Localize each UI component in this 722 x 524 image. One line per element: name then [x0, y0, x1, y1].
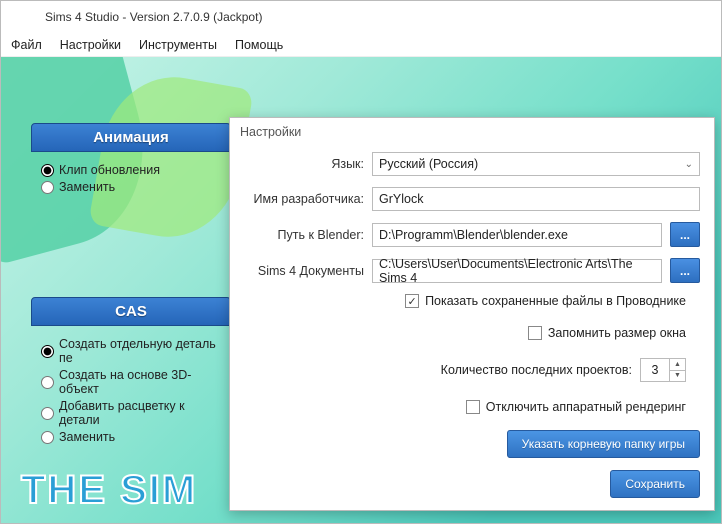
blender-input[interactable]: D:\Programm\Blender\blender.exe — [372, 223, 662, 247]
disable-hw-label: Отключить аппаратный рендеринг — [486, 400, 686, 414]
cas-label-4: Заменить — [59, 430, 115, 444]
blender-value: D:\Programm\Blender\blender.exe — [379, 228, 568, 242]
remember-size-label: Запомнить размер окна — [548, 326, 686, 340]
show-saved-label: Показать сохраненные файлы в Проводнике — [425, 294, 686, 308]
settings-footer: Указать корневую папку игры — [230, 420, 714, 470]
row-language: Язык: Русский (Россия) ⌄ — [230, 152, 700, 176]
documents-input[interactable]: C:\Users\User\Documents\Electronic Arts\… — [372, 259, 662, 283]
cas-label-2: Создать на основе 3D-объект — [59, 368, 221, 396]
anim-label-replace: Заменить — [59, 180, 115, 194]
show-saved-checkbox[interactable]: ✓ — [405, 294, 419, 308]
settings-dialog: Настройки Язык: Русский (Россия) ⌄ Имя р… — [229, 117, 715, 511]
panel-animation: Анимация Клип обновления Заменить — [31, 123, 231, 207]
documents-browse-button[interactable]: ... — [670, 258, 700, 283]
content-area: THE SIM Анимация Клип обновления Заменит… — [1, 57, 721, 523]
row-remember-size[interactable]: Запомнить размер окна — [230, 326, 686, 340]
save-button[interactable]: Сохранить — [610, 470, 700, 498]
app-window: Sims 4 Studio - Version 2.7.0.9 (Jackpot… — [0, 0, 722, 524]
settings-footer-2: Сохранить — [230, 470, 714, 510]
anim-opt-replace[interactable]: Заменить — [41, 180, 221, 194]
disable-hw-checkbox[interactable] — [466, 400, 480, 414]
logo-text: THE SIM — [21, 468, 197, 513]
documents-value: C:\Users\User\Documents\Electronic Arts\… — [379, 257, 655, 285]
cas-label-1: Создать отдельную деталь пе — [59, 337, 221, 365]
remember-size-checkbox[interactable] — [528, 326, 542, 340]
menu-file[interactable]: Файл — [11, 38, 42, 52]
cas-radio-1[interactable] — [41, 345, 54, 358]
row-documents: Sims 4 Документы C:\Users\User\Documents… — [230, 258, 700, 283]
row-recent-projects: Количество последних проектов: 3 ▲ ▼ — [230, 358, 686, 382]
cas-radio-3[interactable] — [41, 407, 54, 420]
row-developer: Имя разработчика: GrYlock — [230, 187, 700, 211]
window-title: Sims 4 Studio - Version 2.7.0.9 (Jackpot… — [45, 10, 262, 24]
set-game-root-button[interactable]: Указать корневую папку игры — [507, 430, 700, 458]
panel-animation-header: Анимация — [31, 123, 231, 152]
panel-animation-body: Клип обновления Заменить — [31, 152, 231, 207]
anim-label-clip: Клип обновления — [59, 163, 160, 177]
panel-cas-body: Создать отдельную деталь пе Создать на о… — [31, 326, 231, 457]
settings-body: Язык: Русский (Россия) ⌄ Имя разработчик… — [230, 146, 714, 420]
anim-opt-clip[interactable]: Клип обновления — [41, 163, 221, 177]
menu-settings[interactable]: Настройки — [60, 38, 121, 52]
recent-label: Количество последних проектов: — [441, 363, 632, 377]
row-show-saved[interactable]: ✓ Показать сохраненные файлы в Проводник… — [230, 294, 686, 308]
developer-value: GrYlock — [379, 192, 423, 206]
anim-radio-replace[interactable] — [41, 181, 54, 194]
menu-help[interactable]: Помощь — [235, 38, 283, 52]
panel-cas: CAS Создать отдельную деталь пе Создать … — [31, 297, 231, 457]
blender-browse-button[interactable]: ... — [670, 222, 700, 247]
cas-opt-1[interactable]: Создать отдельную деталь пе — [41, 337, 221, 365]
title-bar: Sims 4 Studio - Version 2.7.0.9 (Jackpot… — [1, 1, 721, 33]
language-label: Язык: — [230, 157, 364, 171]
spinner-down-icon[interactable]: ▼ — [670, 371, 685, 382]
language-select[interactable]: Русский (Россия) ⌄ — [372, 152, 700, 176]
chevron-down-icon: ⌄ — [685, 159, 693, 170]
cas-opt-2[interactable]: Создать на основе 3D-объект — [41, 368, 221, 396]
blender-label: Путь к Blender: — [230, 228, 364, 242]
panel-cas-header: CAS — [31, 297, 231, 326]
cas-opt-4[interactable]: Заменить — [41, 430, 221, 444]
menu-bar: Файл Настройки Инструменты Помощь — [1, 33, 721, 57]
row-blender: Путь к Blender: D:\Programm\Blender\blen… — [230, 222, 700, 247]
spinner-up-icon[interactable]: ▲ — [670, 359, 685, 371]
row-disable-hw[interactable]: Отключить аппаратный рендеринг — [230, 400, 686, 414]
anim-radio-clip[interactable] — [41, 164, 54, 177]
recent-spinner[interactable]: 3 ▲ ▼ — [640, 358, 686, 382]
developer-input[interactable]: GrYlock — [372, 187, 700, 211]
spinner-arrows: ▲ ▼ — [669, 359, 685, 381]
cas-radio-4[interactable] — [41, 431, 54, 444]
menu-tools[interactable]: Инструменты — [139, 38, 217, 52]
settings-dialog-title: Настройки — [230, 118, 714, 146]
recent-value: 3 — [641, 359, 669, 381]
cas-radio-2[interactable] — [41, 376, 54, 389]
documents-label: Sims 4 Документы — [230, 264, 364, 278]
cas-opt-3[interactable]: Добавить расцветку к детали — [41, 399, 221, 427]
developer-label: Имя разработчика: — [230, 192, 364, 206]
cas-label-3: Добавить расцветку к детали — [59, 399, 221, 427]
language-value: Русский (Россия) — [379, 157, 478, 171]
